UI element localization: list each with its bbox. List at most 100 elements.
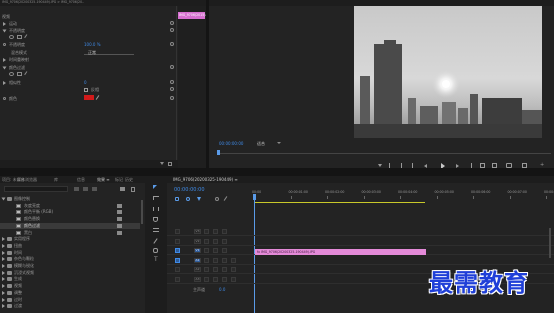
reset-opacity-value-icon[interactable]: [170, 42, 174, 46]
effects-tree-item[interactable]: 颜色替换: [0, 216, 140, 222]
reset-similarity-icon[interactable]: [170, 80, 174, 84]
effects-tree-item[interactable]: 杂色与颗粒: [0, 256, 140, 262]
track-name-toggle[interactable]: V1: [194, 248, 201, 253]
expand-folder-icon[interactable]: [2, 250, 5, 255]
effects-tree-item[interactable]: 时间: [0, 250, 140, 256]
yuv-effects-icon[interactable]: [92, 187, 97, 191]
timeline-sequence-tab[interactable]: IMG_9706(20200325-190449) ≡: [173, 177, 238, 182]
effects-tree-item[interactable]: 灰度亮度: [0, 203, 140, 209]
mute-icon[interactable]: [213, 267, 218, 272]
source-patch-button[interactable]: [175, 276, 180, 282]
sync-lock-icon[interactable]: [213, 248, 218, 253]
tab-info[interactable]: 信息: [77, 177, 85, 183]
expand-folder-icon[interactable]: [2, 277, 5, 282]
program-scrub-bar[interactable]: [217, 151, 551, 154]
ripple-edit-tool-icon[interactable]: [153, 207, 159, 211]
effect-controls-path[interactable]: IMG_9706(20200325-190449).IPG > IMG_9706…: [2, 0, 176, 4]
export-icon[interactable]: [168, 162, 172, 166]
track-name-toggle[interactable]: V2: [194, 238, 201, 244]
tab-history[interactable]: 历史: [125, 177, 133, 183]
work-area-bar[interactable]: [255, 202, 425, 203]
effects-tree-item[interactable]: 颜色平衡 (RGB): [0, 209, 140, 215]
effects-tree-item[interactable]: 沉浸式视频: [0, 270, 140, 276]
timeline-ruler[interactable]: 00:00 00:00:01:00 00:00:02:00 00:00:03:00 00…: [252, 189, 554, 201]
timeline-vscroll[interactable]: [549, 228, 551, 258]
mute-icon[interactable]: [213, 257, 218, 263]
pen-mask-icon[interactable]: [24, 34, 30, 40]
effects-tree-item[interactable]: 模糊与锐化: [0, 263, 140, 269]
reset-opacity-icon[interactable]: [170, 28, 174, 32]
reset-color-pass-icon[interactable]: [170, 65, 174, 69]
lock-icon[interactable]: [204, 248, 209, 253]
add-marker-icon[interactable]: [197, 197, 201, 201]
ellipse-mask-icon-2[interactable]: [9, 72, 14, 76]
tab-media-browser[interactable]: 媒体浏览器: [17, 177, 37, 183]
eye-icon[interactable]: [204, 267, 209, 272]
color-swatch[interactable]: [84, 95, 94, 100]
solo-icon[interactable]: [222, 267, 227, 272]
blend-mode-select[interactable]: 正常: [84, 49, 134, 55]
eye-icon[interactable]: [204, 257, 209, 263]
tab-markers[interactable]: 标记: [115, 177, 123, 183]
reset-motion-icon[interactable]: [170, 21, 174, 25]
expand-folder-icon[interactable]: [2, 243, 5, 248]
snap-icon[interactable]: [175, 197, 179, 201]
32bit-effects-icon[interactable]: [83, 187, 88, 191]
ellipse-mask-icon[interactable]: [9, 35, 14, 39]
expand-motion-icon[interactable]: [3, 22, 6, 26]
accelerated-effects-icon[interactable]: [74, 187, 79, 191]
fit-select[interactable]: 适合: [257, 141, 283, 146]
eyedropper-icon[interactable]: [95, 95, 100, 100]
sync-lock-icon[interactable]: [213, 238, 218, 244]
mic-icon[interactable]: [231, 257, 236, 263]
pen-mask-icon-2[interactable]: [24, 71, 30, 77]
effects-tree-item[interactable]: 视频: [0, 283, 140, 289]
effects-tree-item[interactable]: 过渡: [0, 303, 140, 309]
eye-icon[interactable]: [204, 276, 209, 282]
linked-selection-icon[interactable]: [186, 197, 190, 201]
track-select-tool-icon[interactable]: [153, 196, 159, 200]
sync-lock-icon[interactable]: [213, 229, 218, 234]
lock-icon[interactable]: [204, 229, 209, 234]
expand-folder-icon[interactable]: [2, 297, 5, 302]
marker-icon[interactable]: [378, 164, 382, 167]
hand-tool-icon[interactable]: [153, 248, 158, 253]
expand-folder-icon[interactable]: [2, 237, 5, 242]
expand-opacity-icon[interactable]: [2, 29, 7, 33]
rect-mask-icon[interactable]: [17, 35, 22, 39]
expand-folder-icon[interactable]: [2, 304, 5, 309]
timeline-clip[interactable]: fx IMG_9706(20200325-190449).IPG: [255, 249, 426, 255]
track-name-toggle[interactable]: A1: [194, 257, 201, 263]
expand-folder-icon[interactable]: [2, 270, 5, 275]
stopwatch-opacity-icon[interactable]: [3, 43, 6, 46]
source-patch-button[interactable]: [175, 267, 180, 272]
similarity-value[interactable]: 0: [84, 80, 87, 85]
expand-time-remap-icon[interactable]: [3, 58, 6, 62]
opacity-value[interactable]: 100.0 %: [84, 42, 101, 47]
eye-icon[interactable]: [222, 238, 227, 244]
reset-color-icon[interactable]: [170, 96, 174, 100]
master-value[interactable]: 0.0: [219, 287, 225, 292]
source-patch-button[interactable]: [175, 229, 180, 234]
timeline-timecode[interactable]: 00:00:00:00: [174, 187, 205, 193]
razor-tool-icon[interactable]: [153, 217, 158, 222]
new-bin-icon[interactable]: [120, 187, 125, 191]
rect-mask-icon-2[interactable]: [17, 72, 22, 76]
lock-icon[interactable]: [204, 238, 209, 244]
effects-panel-scrollbar[interactable]: [141, 200, 143, 224]
expand-folder-icon[interactable]: [2, 290, 5, 295]
expand-folder-icon[interactable]: [1, 197, 6, 201]
mute-icon[interactable]: [213, 276, 218, 282]
expand-folder-icon[interactable]: [2, 257, 5, 262]
effects-tree-item[interactable]: 调整: [0, 290, 140, 296]
tab-effects[interactable]: 效果 ≡: [97, 177, 110, 183]
source-patch-button[interactable]: [175, 238, 180, 244]
pen-tool-icon[interactable]: [153, 238, 158, 244]
selection-tool-icon[interactable]: [153, 185, 157, 189]
expand-color-pass-icon[interactable]: [2, 66, 7, 70]
track-name-toggle[interactable]: A3: [194, 276, 201, 282]
expand-folder-icon[interactable]: [2, 264, 5, 268]
eye-icon[interactable]: [222, 248, 227, 253]
effect-controls-clip-tab[interactable]: IMG_9706(2015)..: [178, 12, 208, 19]
track-name-toggle[interactable]: A2: [194, 267, 201, 272]
